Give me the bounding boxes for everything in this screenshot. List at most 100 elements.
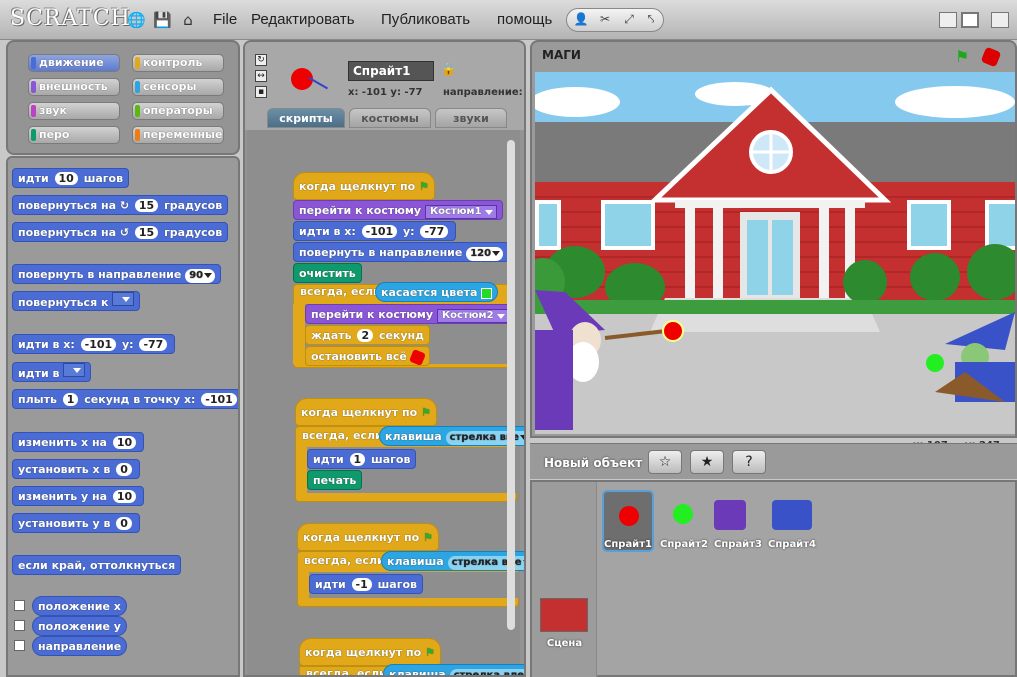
block-bounce[interactable]: если край, оттолкнуться	[12, 555, 182, 575]
scratch-logo: SCRATCH	[10, 6, 131, 31]
hat-green-flag[interactable]: когда щелкнут по ⚑	[297, 523, 439, 551]
shrink-tool-icon[interactable]: ⤣	[641, 12, 661, 28]
menu-share[interactable]: Публиковать	[381, 11, 470, 28]
rotate-style-none-icon[interactable]: ▪	[255, 86, 267, 98]
category-panel: движение контроль внешность сенсоры звук…	[6, 40, 240, 155]
normal-stage-icon[interactable]	[961, 12, 979, 28]
duplicate-tool-icon[interactable]: 👤	[571, 12, 591, 28]
sprite-coords: x: -101 y: -77	[348, 87, 423, 98]
checkbox-x-position[interactable]	[14, 600, 25, 611]
tab-costumes[interactable]: костюмы	[349, 108, 431, 128]
c-block-arm	[293, 304, 305, 364]
tool-group: 👤 ✂ ⤢ ⤣	[566, 8, 664, 32]
block-point-direction[interactable]: повернуть в направление 90	[12, 264, 222, 284]
category-motion[interactable]: движение	[28, 54, 120, 72]
block-set-y[interactable]: установить у в 0	[12, 513, 140, 533]
stage-thumbnail[interactable]	[540, 598, 588, 632]
block-wait[interactable]: ждать 2 секунд	[305, 325, 431, 345]
hat-green-flag[interactable]: когда щелкнут по ⚑	[293, 172, 435, 200]
stage-label: Сцена	[546, 638, 583, 649]
sprite-tile-1[interactable]: Спрайт1	[602, 490, 654, 552]
block-point-towards[interactable]: повернуться к	[12, 291, 141, 311]
block-goto-xy[interactable]: идти в x: -101 y: -77	[293, 221, 457, 241]
reporter-y-position[interactable]: положение y	[32, 616, 127, 636]
block-move-steps[interactable]: идти 10 шагов	[12, 168, 130, 188]
hat-green-flag[interactable]: когда щелкнут по ⚑	[295, 398, 437, 426]
category-looks[interactable]: внешность	[28, 78, 120, 96]
block-turn-left[interactable]: повернуться на ↺ 15 градусов	[12, 222, 229, 242]
green-flag-icon: ⚑	[421, 406, 431, 419]
new-sprite-bar: Новый объект ☆ ★ ?	[530, 443, 1017, 479]
block-glide[interactable]: плыть 1 секунд в точку x: -101 y:	[12, 389, 238, 409]
category-sound[interactable]: звук	[28, 102, 120, 120]
block-palette: идти 10 шагов повернуться на ↻ 15 градус…	[6, 156, 240, 677]
save-icon[interactable]: 💾	[153, 11, 172, 29]
sprite-info-header: ↻ ↔ ▪ Спрайт1 🔒 x: -101 y: -77 направлен…	[245, 42, 524, 130]
sprite3-thumbnail	[714, 500, 746, 530]
block-goto-xy[interactable]: идти в x: -101 y: -77	[12, 334, 176, 354]
touching-color-block[interactable]: касается цвета	[375, 282, 499, 302]
block-switch-costume-2[interactable]: перейти к костюму Костюм2	[305, 304, 515, 324]
checkbox-direction[interactable]	[14, 640, 25, 651]
category-sensing[interactable]: сенсоры	[132, 78, 224, 96]
sprite-tile-3[interactable]: Спрайт3	[710, 490, 766, 552]
globe-icon[interactable]: 🌐	[127, 11, 146, 29]
block-change-y[interactable]: изменить у на 10	[12, 486, 145, 506]
share-home-icon[interactable]: ⌂	[179, 11, 197, 29]
script-scrollbar[interactable]	[507, 140, 515, 630]
block-set-x[interactable]: установить х в 0	[12, 459, 140, 479]
block-change-x[interactable]: изменить х на 10	[12, 432, 145, 452]
block-stop-all[interactable]: остановить всё	[305, 346, 430, 366]
block-move-steps[interactable]: идти -1 шагов	[309, 574, 423, 594]
key-pressed-block[interactable]: клавиша стрелка вне	[381, 551, 524, 571]
color-swatch[interactable]	[481, 287, 493, 299]
menu-file[interactable]: File	[213, 11, 237, 28]
delete-tool-icon[interactable]: ✂	[595, 12, 615, 28]
small-stage-icon[interactable]	[939, 12, 957, 28]
project-title: МАГИ	[542, 48, 581, 62]
grow-tool-icon[interactable]: ⤢	[619, 12, 639, 28]
checkbox-y-position[interactable]	[14, 620, 25, 631]
key-pressed-block[interactable]: клавиша стрелка влево	[383, 664, 524, 675]
category-pen[interactable]: перо	[28, 126, 120, 144]
green-flag-icon[interactable]: ⚑	[955, 47, 969, 66]
hat-green-flag[interactable]: когда щелкнут по ⚑	[299, 638, 441, 666]
block-switch-costume[interactable]: перейти к костюму Костюм1	[293, 200, 503, 220]
green-flag-icon: ⚑	[425, 646, 435, 659]
rotate-style-flip-icon[interactable]: ↔	[255, 70, 267, 82]
sprite-tile-4[interactable]: Спрайт4	[764, 490, 820, 552]
rotate-right-icon: ↻	[119, 199, 130, 212]
rotate-style-full-icon[interactable]: ↻	[255, 54, 267, 66]
direction-label: направление:	[443, 87, 523, 98]
surprise-sprite-icon[interactable]: ?	[732, 450, 766, 474]
sprite1-red-dot	[662, 320, 684, 342]
stage-canvas[interactable]	[535, 72, 1015, 434]
category-control[interactable]: контроль	[132, 54, 224, 72]
block-point-direction[interactable]: повернуть в направление 120	[293, 242, 510, 262]
lock-icon[interactable]: 🔒	[441, 62, 456, 76]
sprite-list: Сцена Спрайт1 Спрайт2 Спрайт3 Спрайт4	[530, 480, 1017, 677]
block-goto-sprite[interactable]: идти в	[12, 362, 92, 382]
tab-scripts[interactable]: скрипты	[267, 108, 345, 128]
block-clear[interactable]: очистить	[293, 263, 362, 283]
block-move-steps[interactable]: идти 1 шагов	[307, 449, 417, 469]
presentation-mode-icon[interactable]	[991, 12, 1009, 28]
sprite2-green-dot	[926, 354, 944, 372]
reporter-direction[interactable]: направление	[32, 636, 128, 656]
block-turn-right[interactable]: повернуться на ↻ 15 градусов	[12, 195, 229, 215]
category-operators[interactable]: операторы	[132, 102, 224, 120]
stage-scene	[535, 72, 1015, 434]
category-variables[interactable]: переменные	[132, 126, 224, 144]
menu-edit[interactable]: Редактировать	[251, 11, 355, 28]
sprite-tile-2[interactable]: Спрайт2	[658, 490, 710, 552]
block-print[interactable]: печать	[307, 470, 363, 490]
reporter-x-position[interactable]: положение x	[32, 596, 127, 616]
paint-new-sprite-icon[interactable]: ☆	[648, 450, 682, 474]
tab-sounds[interactable]: звуки	[435, 108, 507, 128]
key-pressed-block[interactable]: клавиша стрелка вве	[379, 426, 524, 446]
choose-sprite-file-icon[interactable]: ★	[690, 450, 724, 474]
script-area[interactable]: когда щелкнут по ⚑ перейти к костюму Кос…	[247, 130, 524, 675]
sprite-name-field[interactable]: Спрайт1	[348, 61, 434, 81]
menu-help[interactable]: помощь	[497, 11, 552, 28]
stop-icon[interactable]	[980, 46, 1002, 68]
